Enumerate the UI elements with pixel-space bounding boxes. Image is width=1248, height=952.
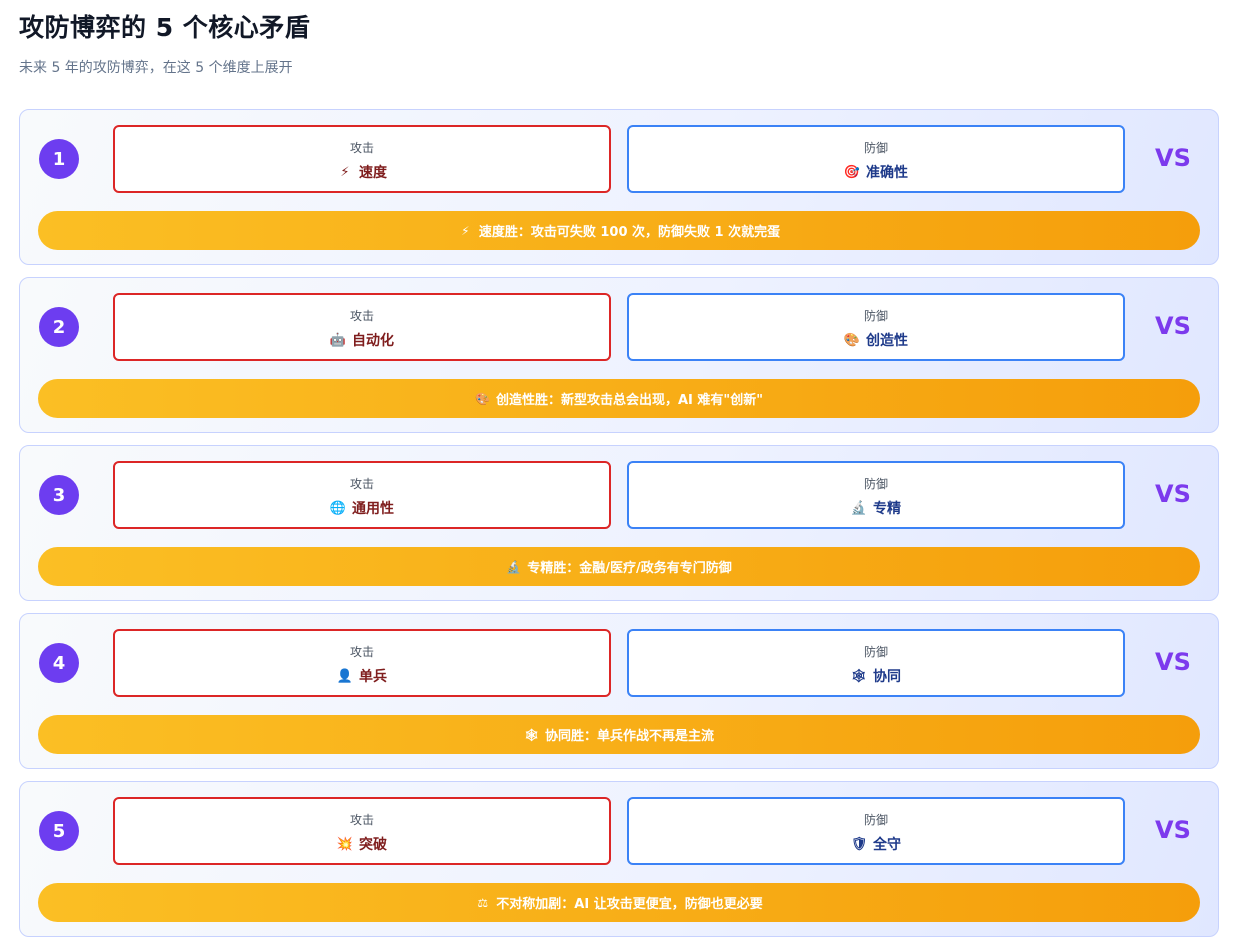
- row-number-badge: 1: [39, 139, 79, 179]
- defense-label: 防御: [863, 813, 888, 827]
- attack-value: 突破: [359, 837, 387, 853]
- lightning-icon: ⚡: [461, 223, 470, 238]
- microscope-icon: 🔬: [506, 559, 522, 574]
- verdict-text: 协同胜：单兵作战不再是主流: [544, 729, 714, 744]
- vs-label: VS: [1155, 816, 1191, 844]
- shield-icon: 🛡: [850, 836, 868, 852]
- defense-value: 准确性: [866, 165, 908, 181]
- attack-value: 通用性: [352, 501, 394, 517]
- attack-card: 攻击 🤖 自动化: [113, 293, 611, 361]
- conflict-list: 1 攻击 ⚡ 速度 防御 🎯 准确性 VS ⚡ 速度胜：攻击可失败 100 次，防御失…: [19, 109, 1219, 937]
- defense-value: 创造性: [866, 333, 908, 349]
- conflict-row-2: 2 攻击 🤖 自动化 防御 🎨 创造性 VS 🎨 创造性胜：新型攻击总会出现，AI 难…: [19, 277, 1219, 433]
- attack-card: 攻击 🌐 通用性: [113, 461, 611, 529]
- defense-card: 防御 🔬 专精: [627, 461, 1125, 529]
- defense-label: 防御: [863, 645, 888, 659]
- verdict-banner: ⚖ 不对称加剧：AI 让攻击更便宜，防御也更必要: [38, 883, 1200, 922]
- attack-label: 攻击: [349, 309, 374, 323]
- target-icon: 🎯: [843, 164, 861, 180]
- network-icon: 🕸: [523, 727, 540, 742]
- attack-label: 攻击: [349, 645, 374, 659]
- globe-icon: 🌐: [329, 500, 347, 516]
- page-subtitle: 未来 5 年的攻防博弈，在这 5 个维度上展开: [19, 60, 293, 76]
- vs-label: VS: [1155, 480, 1191, 508]
- defense-label: 防御: [863, 309, 888, 323]
- vs-label: VS: [1155, 648, 1191, 676]
- lightning-icon: ⚡: [340, 164, 350, 180]
- defense-label: 防御: [863, 477, 888, 491]
- defense-value: 全守: [873, 837, 901, 853]
- verdict-banner: 🔬 专精胜：金融/医疗/政务有专门防御: [38, 547, 1200, 586]
- row-number-badge: 5: [39, 811, 79, 851]
- verdict-text: 专精胜：金融/医疗/政务有专门防御: [527, 561, 732, 576]
- attack-card: 攻击 👤 单兵: [113, 629, 611, 697]
- verdict-banner: ⚡ 速度胜：攻击可失败 100 次，防御失败 1 次就完蛋: [38, 211, 1200, 250]
- conflict-row-3: 3 攻击 🌐 通用性 防御 🔬 专精 VS 🔬 专精胜：金融/医疗/政务有专门防御: [19, 445, 1219, 601]
- person-icon: 👤: [336, 668, 354, 684]
- attack-value: 单兵: [359, 669, 387, 685]
- page-title: 攻防博弈的 5 个核心矛盾: [19, 13, 311, 42]
- defense-card: 防御 🕸 协同: [627, 629, 1125, 697]
- scales-icon: ⚖: [477, 895, 489, 910]
- defense-value: 协同: [873, 669, 901, 685]
- vs-label: VS: [1155, 312, 1191, 340]
- verdict-text: 不对称加剧：AI 让攻击更便宜，防御也更必要: [496, 897, 763, 912]
- row-number-badge: 2: [39, 307, 79, 347]
- attack-card: 攻击 ⚡ 速度: [113, 125, 611, 193]
- conflict-row-4: 4 攻击 👤 单兵 防御 🕸 协同 VS 🕸 协同胜：单兵作战不再是主流: [19, 613, 1219, 769]
- defense-label: 防御: [863, 141, 888, 155]
- palette-icon: 🎨: [843, 332, 861, 348]
- row-number-badge: 4: [39, 643, 79, 683]
- verdict-text: 创造性胜：新型攻击总会出现，AI 难有"创新": [496, 393, 763, 408]
- attack-label: 攻击: [349, 141, 374, 155]
- robot-icon: 🤖: [329, 332, 347, 348]
- defense-card: 防御 🎯 准确性: [627, 125, 1125, 193]
- conflict-row-5: 5 攻击 💥 突破 防御 🛡 全守 VS ⚖ 不对称加剧：AI 让攻击更便宜，防御也更…: [19, 781, 1219, 937]
- verdict-banner: 🎨 创造性胜：新型攻击总会出现，AI 难有"创新": [38, 379, 1200, 418]
- attack-label: 攻击: [349, 477, 374, 491]
- defense-card: 防御 🛡 全守: [627, 797, 1125, 865]
- defense-card: 防御 🎨 创造性: [627, 293, 1125, 361]
- palette-icon: 🎨: [475, 391, 490, 406]
- attack-card: 攻击 💥 突破: [113, 797, 611, 865]
- vs-label: VS: [1155, 144, 1191, 172]
- verdict-text: 速度胜：攻击可失败 100 次，防御失败 1 次就完蛋: [478, 225, 781, 240]
- attack-value: 速度: [359, 165, 387, 181]
- attack-label: 攻击: [349, 813, 374, 827]
- verdict-banner: 🕸 协同胜：单兵作战不再是主流: [38, 715, 1200, 754]
- attack-value: 自动化: [352, 333, 394, 349]
- explosion-icon: 💥: [336, 836, 354, 852]
- row-number-badge: 3: [39, 475, 79, 515]
- microscope-icon: 🔬: [850, 500, 868, 516]
- network-icon: 🕸: [850, 668, 868, 684]
- defense-value: 专精: [873, 501, 901, 517]
- conflict-row-1: 1 攻击 ⚡ 速度 防御 🎯 准确性 VS ⚡ 速度胜：攻击可失败 100 次，防御失…: [19, 109, 1219, 265]
